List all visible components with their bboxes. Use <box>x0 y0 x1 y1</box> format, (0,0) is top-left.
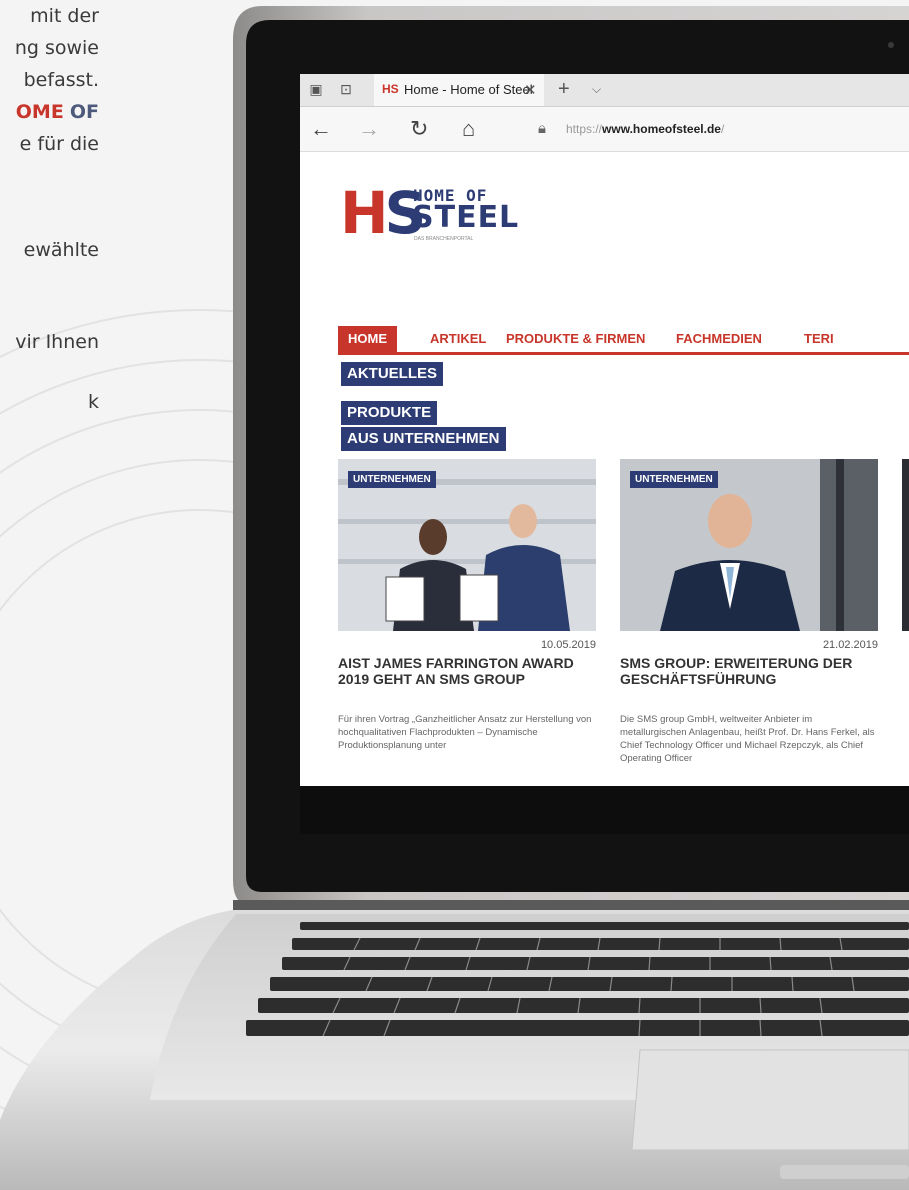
browser-tab-bar: ▣ ⊡ HS Home - Home of Steel ✕ + ⌵ <box>300 74 909 107</box>
article-excerpt: Für ihren Vortrag „Ganzheitlicher Ansatz… <box>338 714 592 751</box>
nav-item-artikel[interactable]: ARTIKEL <box>430 326 486 352</box>
refresh-button[interactable]: ↻ <box>410 117 428 141</box>
home-button[interactable]: ⌂ <box>462 117 475 141</box>
back-button[interactable]: ← <box>310 117 332 141</box>
third-article-photo-edge[interactable] <box>902 459 909 631</box>
tab-close-icon[interactable]: ✕ <box>524 81 537 99</box>
article-title[interactable]: AIST JAMES FARRINGTON AWARD 2019 GEHT AN… <box>338 655 596 687</box>
laptop-screen: ▣ ⊡ HS Home - Home of Steel ✕ + ⌵ ← → ↻ … <box>300 74 909 786</box>
category-tag-produkte[interactable]: PRODUKTE <box>341 401 438 425</box>
screen-bezel-bottom <box>300 786 909 834</box>
webcam-icon <box>888 42 894 48</box>
home-of-steel-logo[interactable]: HS HOME OF STEEL DAS BRANCHENPORTAL <box>340 180 540 246</box>
article-card[interactable]: UNTERNEHMEN 10.05.2019 AIST JAMES FARRIN… <box>338 459 596 786</box>
set-tabs-aside-icon[interactable]: ⊡ <box>338 81 354 97</box>
category-badge[interactable]: UNTERNEHMEN <box>630 471 718 488</box>
nav-item-fachmedien[interactable]: FACHMEDIEN <box>676 326 762 352</box>
site-favicon-icon: HS <box>382 82 399 96</box>
tab-preview-chevron-icon[interactable]: ⌵ <box>592 82 601 97</box>
browser-address-bar: ← → ↻ ⌂ 🔒︎ https://www.homeofsteel.de/ <box>300 107 909 152</box>
nav-item-produkte-firmen[interactable]: PRODUKTE & FIRMEN <box>506 326 645 352</box>
article-photo[interactable]: UNTERNEHMEN <box>620 459 878 631</box>
article-date: 10.05.2019 <box>540 639 596 651</box>
url-text: https://www.homeofsteel.de/ <box>566 122 725 136</box>
logo-mark: HS <box>340 179 426 247</box>
new-tab-button[interactable]: + <box>558 78 570 101</box>
logo-text-main: STEEL <box>412 200 520 235</box>
main-navigation: HOME ARTIKEL PRODUKTE & FIRMEN FACHMEDIE… <box>338 326 909 355</box>
nav-item-home[interactable]: HOME <box>338 326 397 352</box>
category-tag-aus-unternehmen[interactable]: AUS UNTERNEHMEN <box>341 427 506 451</box>
article-photo[interactable]: UNTERNEHMEN <box>338 459 596 631</box>
category-badge[interactable]: UNTERNEHMEN <box>348 471 436 488</box>
article-card[interactable]: UNTERNEHMEN 21.02.2019 SMS GROUP: ERWEIT… <box>620 459 878 786</box>
tab-title: Home - Home of Steel <box>404 82 533 97</box>
article-excerpt: Die SMS group GmbH, weltweiter Anbieter … <box>620 714 875 764</box>
forward-button[interactable]: → <box>358 117 380 141</box>
url-field[interactable]: 🔒︎ https://www.homeofsteel.de/ <box>528 115 909 143</box>
logo-tagline: DAS BRANCHENPORTAL <box>414 236 474 242</box>
article-date: 21.02.2019 <box>822 639 878 651</box>
article-title[interactable]: SMS GROUP: ERWEITERUNG DER GESCHÄFTSFÜHR… <box>620 655 878 687</box>
website-viewport: HS HOME OF STEEL DAS BRANCHENPORTAL HOME… <box>300 152 909 786</box>
category-tag-aktuelles[interactable]: AKTUELLES <box>341 362 443 386</box>
tab-home-of-steel[interactable]: HS Home - Home of Steel ✕ <box>374 74 544 106</box>
nav-item-termine[interactable]: TERI <box>804 326 834 352</box>
lock-icon: 🔒︎ <box>538 120 546 137</box>
tab-actions-icon[interactable]: ▣ <box>308 81 324 97</box>
